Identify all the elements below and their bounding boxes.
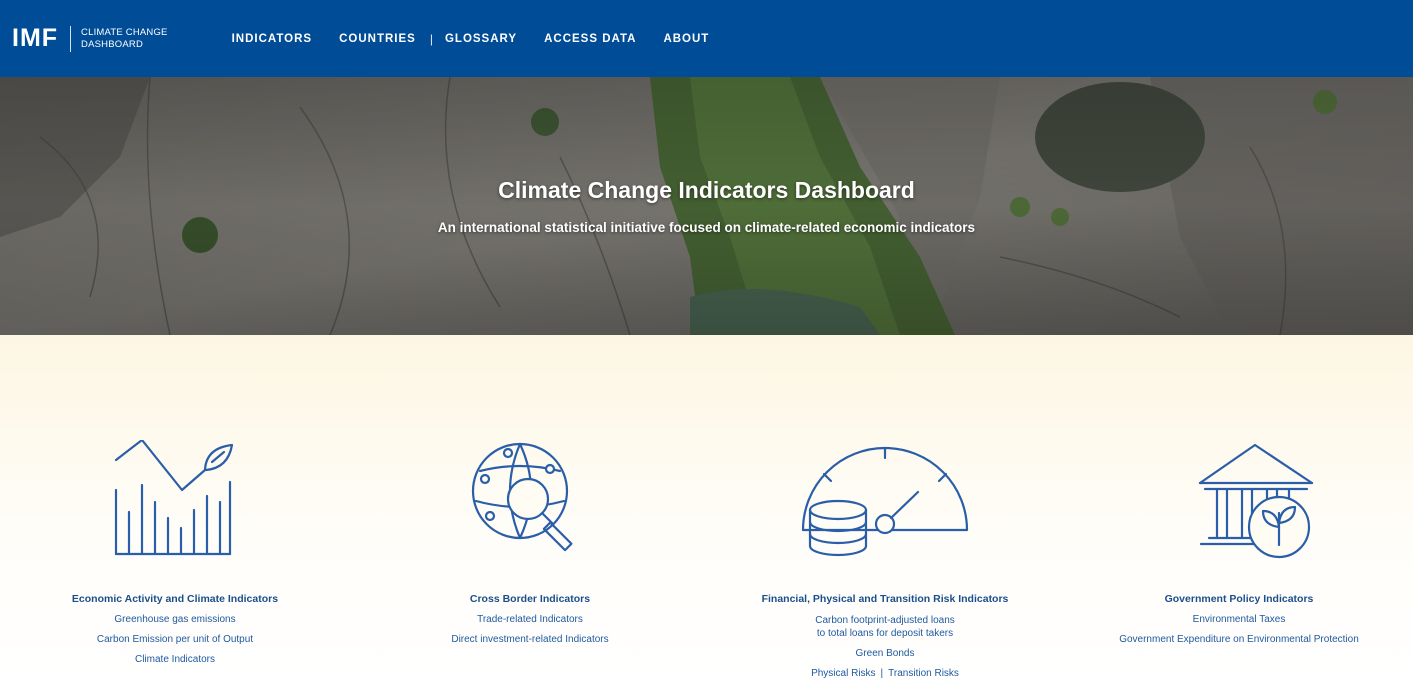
category-title[interactable]: Economic Activity and Climate Indicators bbox=[0, 593, 350, 605]
link-green-bonds[interactable]: Green Bonds bbox=[710, 648, 1060, 659]
category-title[interactable]: Financial, Physical and Transition Risk … bbox=[710, 593, 1060, 605]
categories-section: Economic Activity and Climate Indicators… bbox=[0, 335, 1413, 685]
hero-banner: Climate Change Indicators Dashboard An i… bbox=[0, 77, 1413, 335]
link-carbon-footprint-loans[interactable]: Carbon footprint-adjusted loans to total… bbox=[710, 614, 1060, 640]
nav-access-data[interactable]: ACCESS DATA bbox=[544, 33, 636, 45]
logo-divider bbox=[70, 25, 72, 52]
logo-text: CLIMATE CHANGE DASHBOARD bbox=[81, 27, 168, 51]
chart-leaf-icon[interactable] bbox=[110, 440, 240, 560]
link-climate-indicators[interactable]: Climate Indicators bbox=[0, 654, 350, 665]
category-title[interactable]: Government Policy Indicators bbox=[1064, 593, 1413, 605]
link-line-1: Carbon footprint-adjusted loans bbox=[815, 615, 955, 626]
nav-countries[interactable]: COUNTRIES bbox=[339, 33, 416, 45]
link-trade-related[interactable]: Trade-related Indicators bbox=[355, 614, 705, 625]
category-title[interactable]: Cross Border Indicators bbox=[355, 593, 705, 605]
link-greenhouse-gas-emissions[interactable]: Greenhouse gas emissions bbox=[0, 614, 350, 625]
gauge-coins-icon[interactable] bbox=[800, 444, 970, 558]
main-menu: INDICATORS COUNTRIES | GLOSSARY ACCESS D… bbox=[232, 32, 710, 46]
link-carbon-emission-per-output[interactable]: Carbon Emission per unit of Output bbox=[0, 634, 350, 645]
logo-line-2: DASHBOARD bbox=[81, 38, 144, 50]
nav-about[interactable]: ABOUT bbox=[663, 33, 709, 45]
imf-logo[interactable]: IMF CLIMATE CHANGE DASHBOARD bbox=[12, 24, 168, 53]
link-government-expenditure[interactable]: Government Expenditure on Environmental … bbox=[1064, 634, 1413, 645]
nav-indicators[interactable]: INDICATORS bbox=[232, 33, 313, 45]
hero-title: Climate Change Indicators Dashboard bbox=[498, 177, 915, 203]
hero-subtitle: An international statistical initiative … bbox=[437, 220, 976, 235]
risk-links-row: Physical Risks | Transition Risks bbox=[710, 668, 1060, 679]
hero-aerial-image bbox=[0, 77, 1413, 335]
link-direct-investment[interactable]: Direct investment-related Indicators bbox=[355, 634, 705, 645]
link-environmental-taxes[interactable]: Environmental Taxes bbox=[1064, 614, 1413, 625]
globe-magnifier-icon[interactable] bbox=[470, 441, 585, 559]
link-physical-risks[interactable]: Physical Risks bbox=[811, 668, 875, 679]
link-separator: | bbox=[880, 668, 884, 679]
page: IMF CLIMATE CHANGE DASHBOARD INDICATORS … bbox=[0, 0, 1413, 685]
top-nav: IMF CLIMATE CHANGE DASHBOARD INDICATORS … bbox=[0, 0, 1413, 77]
link-line-2: to total loans for deposit takers bbox=[816, 628, 954, 639]
bank-leaf-icon[interactable] bbox=[1197, 443, 1322, 563]
nav-separator: | bbox=[429, 31, 433, 46]
logo-imf: IMF bbox=[12, 24, 59, 52]
nav-glossary[interactable]: GLOSSARY bbox=[445, 33, 517, 45]
logo-line-1: CLIMATE CHANGE bbox=[81, 26, 168, 38]
link-transition-risks[interactable]: Transition Risks bbox=[888, 668, 959, 679]
